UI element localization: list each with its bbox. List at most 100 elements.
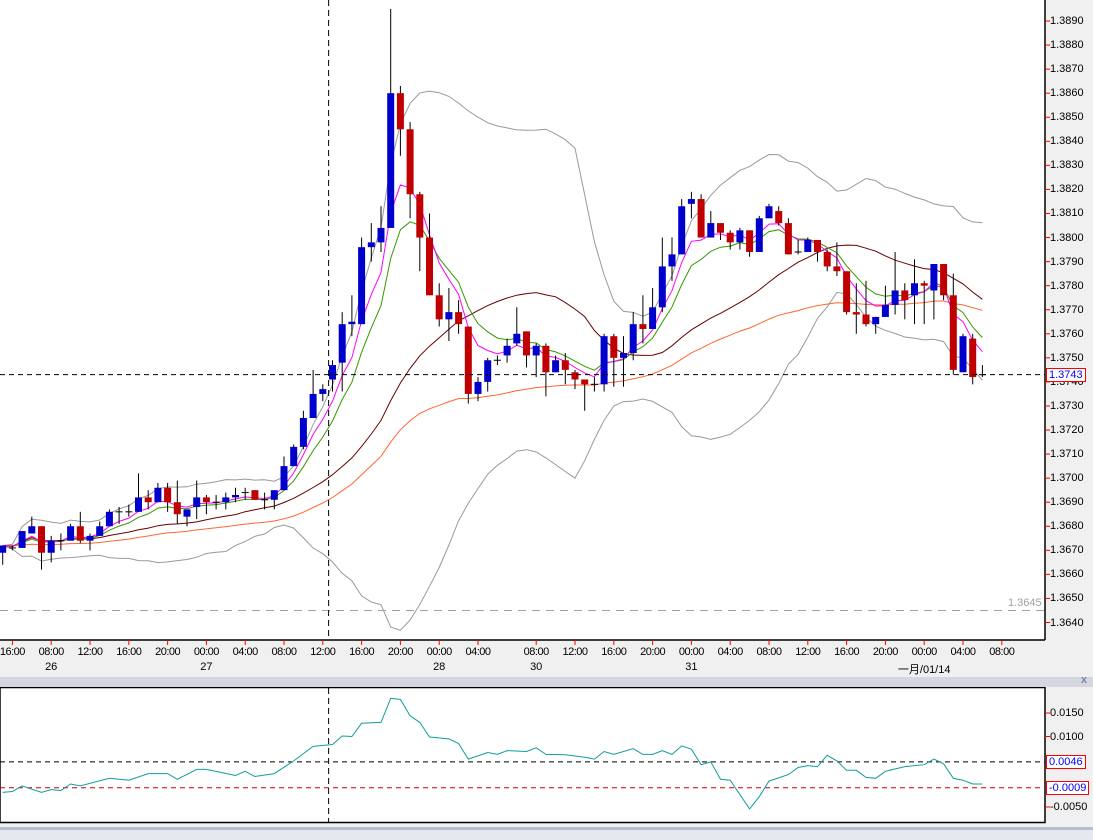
- time-tick-label: 16:00: [116, 646, 142, 658]
- close-pane-button[interactable]: x: [1081, 674, 1087, 686]
- candle-body: [173, 502, 181, 515]
- candle-body: [0, 545, 7, 553]
- time-tick-label: 04:00: [717, 646, 744, 658]
- candle-body: [484, 360, 492, 382]
- candle-body: [823, 251, 831, 267]
- price-tick-label: 1.3840: [1050, 135, 1084, 148]
- candle-body: [270, 490, 278, 500]
- price-tick-label: 1.3800: [1050, 231, 1084, 244]
- oscillator-tick-label: -0.0050: [1050, 801, 1088, 813]
- candle-body: [736, 230, 744, 243]
- price-tick-label: 1.3680: [1050, 520, 1084, 533]
- candle-body: [135, 497, 142, 512]
- candle-body: [154, 487, 162, 503]
- candle-body: [561, 360, 569, 370]
- level-line-label: 1.3645: [1008, 597, 1042, 609]
- candle: [600, 333, 608, 392]
- candle: [697, 194, 705, 238]
- candle-body: [455, 312, 463, 325]
- candle: [940, 264, 948, 301]
- candle-body: [426, 237, 433, 296]
- candle-body: [775, 211, 783, 224]
- price-tick-label: 1.3730: [1050, 399, 1084, 412]
- candle-body: [319, 389, 327, 394]
- candle: [464, 326, 472, 404]
- time-tick-label: 08:00: [989, 646, 1015, 658]
- oscillator-tick-label: 0.0100: [1050, 730, 1084, 743]
- chart-canvas: [0, 0, 1050, 824]
- candle-body: [649, 307, 657, 329]
- price-tick-label: 1.3690: [1050, 496, 1084, 509]
- candle-body: [47, 540, 55, 553]
- time-tick-label: 08:00: [523, 646, 550, 658]
- price-tick-label: 1.3820: [1050, 183, 1084, 196]
- candle-body: [338, 324, 346, 363]
- candle-body: [959, 336, 967, 373]
- candle: [18, 531, 26, 548]
- candle-body: [183, 509, 191, 517]
- candle-body: [309, 393, 317, 418]
- price-tick-label: 1.3890: [1050, 15, 1084, 27]
- candle-body: [746, 230, 754, 252]
- time-tick-label: 16:00: [0, 646, 25, 658]
- candle-body: [532, 345, 540, 356]
- candle-body: [105, 511, 113, 527]
- candle-body: [164, 487, 172, 503]
- price-tick-label: 1.3710: [1050, 448, 1084, 461]
- candle-body: [784, 223, 792, 255]
- candle: [67, 523, 75, 541]
- price-tick-label: 1.3650: [1050, 592, 1084, 605]
- time-tick-label: 16:00: [601, 646, 627, 658]
- candle-body: [222, 497, 230, 503]
- time-tick-label: 04:00: [950, 646, 976, 658]
- price-tick-label: 1.3720: [1050, 424, 1084, 437]
- candle-body: [668, 254, 676, 267]
- candle-body: [503, 345, 511, 356]
- candle: [105, 509, 113, 527]
- candle-body: [862, 314, 870, 325]
- candle-body: [76, 526, 84, 541]
- candle-body: [232, 494, 239, 498]
- time-tick-label: 16:00: [834, 646, 860, 658]
- candle-body: [610, 336, 618, 358]
- candle-body: [367, 242, 375, 248]
- time-tick-label: 12:00: [562, 646, 588, 658]
- candle-body: [697, 199, 705, 238]
- bottom-scrollbar[interactable]: [0, 827, 1093, 840]
- price-tick-label: 1.3790: [1050, 255, 1084, 268]
- price-tick-label: 1.3750: [1050, 351, 1084, 364]
- pane-divider[interactable]: x: [0, 674, 1093, 687]
- time-tick-label: 12:00: [795, 646, 821, 658]
- candle-body: [290, 446, 298, 467]
- candle-body: [920, 283, 928, 286]
- time-tick-label: 12:00: [77, 646, 103, 658]
- price-tick-label: 1.3850: [1050, 111, 1084, 124]
- price-tick-label: 1.3770: [1050, 303, 1084, 316]
- candle-body: [377, 227, 385, 243]
- candle-body: [687, 199, 695, 204]
- candle: [959, 333, 967, 373]
- date-label: 28: [433, 661, 446, 673]
- candle: [784, 218, 792, 255]
- candle: [843, 271, 851, 315]
- time-tick-label: 16:00: [349, 646, 375, 658]
- main-pane-background: [0, 0, 1045, 640]
- time-tick-label: 00:00: [911, 646, 938, 658]
- time-tick-label: 12:00: [310, 646, 336, 658]
- candle-body: [911, 283, 918, 296]
- candle-body: [940, 264, 948, 296]
- oscillator-pane-background: [0, 687, 1045, 823]
- candle: [251, 490, 259, 500]
- oscillator-level-label: 0.0046: [1046, 754, 1086, 769]
- candle-body: [202, 497, 210, 503]
- price-tick-label: 1.3780: [1050, 279, 1084, 292]
- candle-body: [969, 338, 977, 378]
- candle-body: [38, 526, 45, 553]
- time-tick-label: 04:00: [232, 646, 259, 658]
- candle-body: [707, 223, 715, 238]
- candle-body: [726, 232, 734, 243]
- time-tick-label: 20:00: [387, 646, 414, 658]
- candle-body: [396, 93, 404, 130]
- oscillator-tick-label: 0.0150: [1050, 707, 1084, 719]
- candle-body: [639, 324, 647, 329]
